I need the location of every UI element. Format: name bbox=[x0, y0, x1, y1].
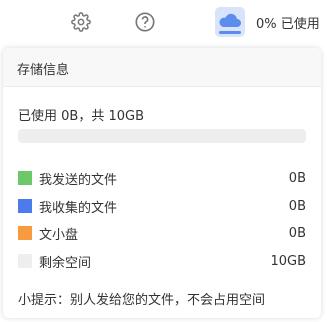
storage-progress-bar bbox=[18, 129, 306, 143]
legend-item-wenxiaopan: 文小盘 0B bbox=[18, 225, 306, 243]
question-circle-icon bbox=[134, 11, 156, 33]
legend-value: 0B bbox=[288, 225, 306, 241]
storage-usage-label: 0% 已使用 bbox=[256, 16, 320, 32]
legend-swatch bbox=[18, 171, 32, 185]
legend-value: 0B bbox=[288, 170, 306, 186]
settings-button[interactable] bbox=[70, 11, 92, 33]
legend-swatch bbox=[18, 254, 32, 268]
legend-label: 我发送的文件 bbox=[39, 172, 118, 188]
cloud-icon bbox=[212, 5, 248, 39]
tip-text: 小提示：别人发给您的文件，不会占用空间 bbox=[18, 293, 266, 308]
legend-swatch bbox=[18, 226, 32, 240]
legend-item-remaining-space: 剩余空间 10GB bbox=[18, 253, 306, 271]
gear-icon bbox=[71, 12, 91, 32]
panel-header: 存储信息 bbox=[3, 48, 321, 87]
top-bar: 0% 已使用 bbox=[0, 0, 327, 44]
panel-title: 存储信息 bbox=[17, 63, 70, 78]
storage-info-popover: 存储信息 已使用 0B，共 10GB 我发送的文件 0B 我收集的文件 0B 文… bbox=[3, 48, 321, 318]
legend-swatch bbox=[18, 199, 32, 213]
legend-label: 我收集的文件 bbox=[39, 200, 118, 216]
help-button[interactable] bbox=[134, 11, 156, 33]
storage-usage-button[interactable]: 0% 已使用 bbox=[212, 4, 327, 40]
legend-item-sent-files: 我发送的文件 0B bbox=[18, 170, 306, 188]
legend-label: 文小盘 bbox=[39, 227, 79, 243]
legend-item-collected-files: 我收集的文件 0B bbox=[18, 198, 306, 216]
legend-value: 0B bbox=[288, 198, 306, 214]
legend-value: 10GB bbox=[270, 253, 306, 269]
used-summary: 已使用 0B，共 10GB bbox=[18, 109, 144, 124]
legend-label: 剩余空间 bbox=[39, 255, 92, 271]
